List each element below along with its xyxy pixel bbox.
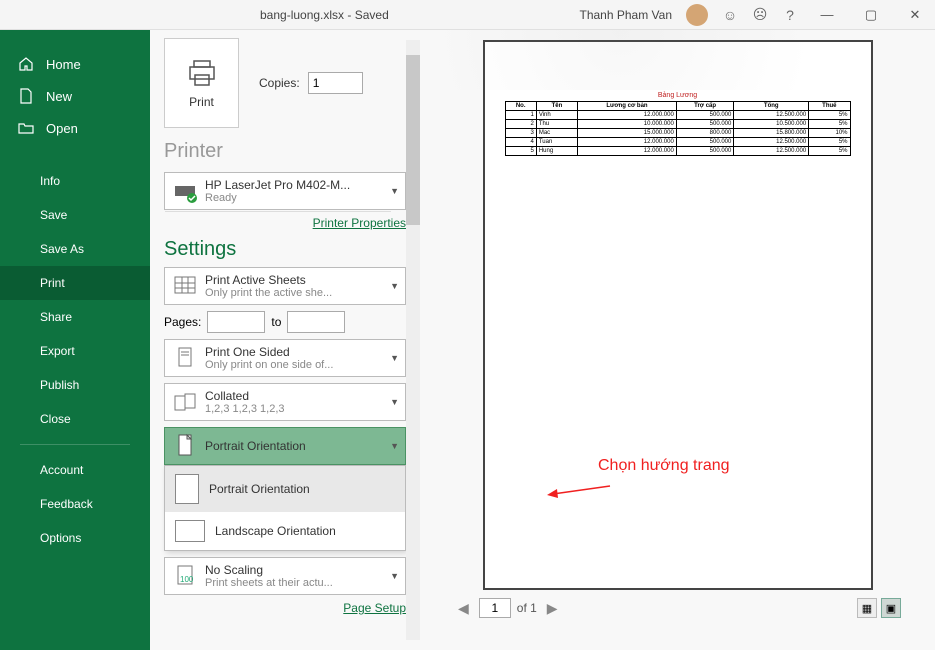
- page-setup-link[interactable]: Page Setup: [164, 601, 406, 615]
- chevron-down-icon: ▼: [390, 186, 399, 196]
- chevron-down-icon: ▼: [390, 397, 399, 407]
- scaling-dropdown[interactable]: 100 No Scaling Print sheets at their act…: [164, 557, 406, 595]
- titlebar: bang-luong.xlsx - Saved Thanh Pham Van ☺…: [0, 0, 935, 30]
- pages-to-label: to: [271, 315, 281, 329]
- chevron-down-icon: ▼: [390, 353, 399, 363]
- portrait-icon: [171, 432, 199, 460]
- sidebar-item-close[interactable]: Close: [0, 402, 150, 436]
- sidebar-item-export[interactable]: Export: [0, 334, 150, 368]
- maximize-button[interactable]: ▢: [856, 3, 886, 27]
- copies-input[interactable]: [308, 72, 363, 94]
- collate-dropdown[interactable]: Collated 1,2,3 1,2,3 1,2,3 ▼: [164, 383, 406, 421]
- window-title: bang-luong.xlsx - Saved: [260, 8, 389, 22]
- sidebar-item-share[interactable]: Share: [0, 300, 150, 334]
- sidebar-item-feedback[interactable]: Feedback: [0, 487, 150, 521]
- chevron-down-icon: ▼: [390, 281, 399, 291]
- collated-icon: [171, 388, 199, 416]
- sides-dropdown[interactable]: Print One Sided Only print on one side o…: [164, 339, 406, 377]
- sidebar-item-info[interactable]: Info: [0, 164, 150, 198]
- printer-properties-link[interactable]: Printer Properties: [164, 216, 406, 230]
- print-what-dropdown[interactable]: Print Active Sheets Only print the activ…: [164, 267, 406, 305]
- orientation-dropdown[interactable]: Portrait Orientation ▼: [164, 427, 406, 465]
- close-button[interactable]: ✕: [900, 3, 930, 27]
- printer-status-icon: [171, 177, 199, 205]
- orientation-option-portrait[interactable]: Portrait Orientation: [165, 466, 405, 512]
- sidebar-item-label: New: [46, 89, 72, 104]
- scaling-icon: 100: [171, 562, 199, 590]
- titlebar-right: Thanh Pham Van ☺ ☹ ? — ▢ ✕: [579, 3, 930, 27]
- new-icon: [18, 88, 34, 104]
- print-preview-area: Bảng Lương No.TênLương cơ bảnTrợ cấpTổng…: [420, 30, 935, 650]
- pages-range-row: Pages: to: [164, 311, 406, 333]
- open-icon: [18, 120, 34, 136]
- pages-from-input[interactable]: [207, 311, 265, 333]
- smile-icon[interactable]: ☺: [722, 7, 738, 23]
- printer-icon: [186, 57, 218, 89]
- printer-status: Ready: [205, 192, 386, 204]
- printer-name: HP LaserJet Pro M402-M...: [205, 178, 386, 192]
- copies-label: Copies:: [259, 76, 300, 90]
- sidebar-item-label: Home: [46, 57, 81, 72]
- one-sided-icon: [171, 344, 199, 372]
- sidebar-item-save[interactable]: Save: [0, 198, 150, 232]
- preview-title: Bảng Lương: [505, 92, 851, 99]
- zoom-to-page-button[interactable]: ▣: [881, 598, 901, 618]
- preview-page: Bảng Lương No.TênLương cơ bảnTrợ cấpTổng…: [483, 40, 873, 590]
- sheets-icon: [171, 272, 199, 300]
- orientation-option-landscape[interactable]: Landscape Orientation: [165, 512, 405, 550]
- preview-table: No.TênLương cơ bảnTrợ cấpTổngThuế 1Vinh1…: [505, 101, 851, 156]
- frown-icon[interactable]: ☹: [752, 7, 768, 23]
- sidebar-item-options[interactable]: Options: [0, 521, 150, 555]
- portrait-icon: [175, 474, 199, 504]
- page-of-label: of 1: [517, 601, 537, 615]
- pages-to-input[interactable]: [287, 311, 345, 333]
- sidebar-item-saveas[interactable]: Save As: [0, 232, 150, 266]
- home-icon: [18, 56, 34, 72]
- sidebar-item-home[interactable]: Home: [0, 48, 150, 80]
- show-margins-button[interactable]: ▦: [857, 598, 877, 618]
- avatar[interactable]: [686, 4, 708, 26]
- svg-text:100: 100: [180, 575, 194, 584]
- orientation-menu: Portrait Orientation Landscape Orientati…: [164, 465, 406, 551]
- printer-heading: Printer: [164, 140, 406, 166]
- chevron-down-icon: ▼: [390, 571, 399, 581]
- sidebar-item-new[interactable]: New: [0, 80, 150, 112]
- printer-dropdown[interactable]: HP LaserJet Pro M402-M... Ready ▼: [164, 172, 406, 210]
- sidebar-item-label: Open: [46, 121, 78, 136]
- chevron-down-icon: ▼: [390, 441, 399, 451]
- landscape-icon: [175, 520, 205, 542]
- settings-heading: Settings: [164, 238, 406, 261]
- sidebar-item-open[interactable]: Open: [0, 112, 150, 144]
- sidebar-item-publish[interactable]: Publish: [0, 368, 150, 402]
- page-number-input[interactable]: [479, 598, 511, 618]
- sidebar-item-account[interactable]: Account: [0, 453, 150, 487]
- prev-page-button[interactable]: ◀: [454, 600, 473, 617]
- minimize-button[interactable]: —: [812, 3, 842, 27]
- pages-label: Pages:: [164, 315, 201, 329]
- panel-scrollbar[interactable]: [406, 40, 420, 640]
- user-name: Thanh Pham Van: [579, 8, 672, 22]
- sidebar-item-print[interactable]: Print: [0, 266, 150, 300]
- backstage-sidebar: Home New Open Info Save Save As Print Sh…: [0, 30, 150, 650]
- print-button[interactable]: Print: [164, 38, 239, 128]
- help-icon[interactable]: ?: [782, 7, 798, 23]
- next-page-button[interactable]: ▶: [543, 600, 562, 617]
- preview-nav: ◀ of 1 ▶ ▦ ▣: [450, 590, 905, 626]
- print-settings-panel: Print Copies: Printer HP LaserJet Pro M4…: [150, 30, 420, 650]
- print-button-label: Print: [189, 95, 214, 109]
